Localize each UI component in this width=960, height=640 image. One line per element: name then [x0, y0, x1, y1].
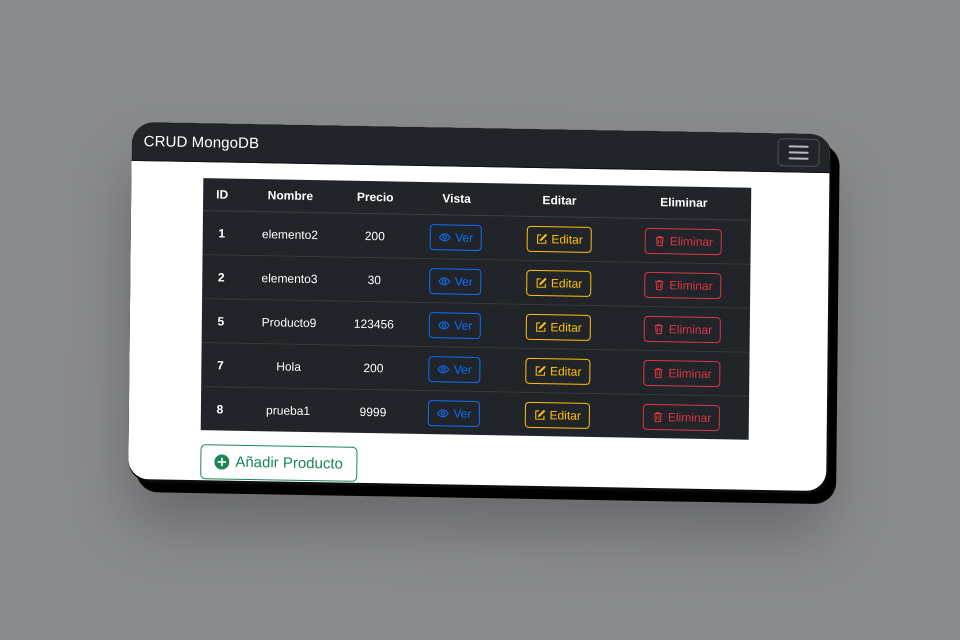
eliminar-button[interactable]: Eliminar: [643, 359, 721, 387]
cell-vista: Ver: [410, 214, 503, 260]
ver-button[interactable]: Ver: [429, 311, 482, 339]
header-eliminar: Eliminar: [616, 185, 752, 221]
editar-label: Editar: [551, 231, 583, 247]
cell-editar: Editar: [500, 303, 616, 350]
cell-id: 1: [202, 210, 241, 256]
eye-icon: [438, 320, 451, 329]
cell-editar: Editar: [501, 215, 617, 262]
eye-icon: [437, 408, 450, 417]
editar-label: Editar: [549, 407, 581, 423]
cell-vista: Ver: [408, 390, 500, 435]
cell-vista: Ver: [409, 302, 502, 348]
app-screen: CRUD MongoDB ID Nombre Precio Vista Edit…: [128, 121, 830, 492]
cell-eliminar: Eliminar: [615, 217, 751, 265]
cell-id: 2: [202, 254, 241, 300]
eliminar-label: Eliminar: [667, 409, 712, 425]
cell-eliminar: Eliminar: [615, 261, 751, 309]
eye-icon: [439, 232, 452, 241]
cell-eliminar: Eliminar: [614, 349, 750, 397]
pencil-square-icon: [535, 365, 546, 376]
device-frame: CRUD MongoDB ID Nombre Precio Vista Edit…: [128, 121, 832, 495]
trash-icon: [654, 367, 663, 378]
cell-nombre: elemento3: [240, 255, 339, 302]
editar-button[interactable]: Editar: [526, 225, 592, 253]
editar-label: Editar: [550, 275, 583, 291]
eliminar-button[interactable]: Eliminar: [644, 227, 723, 255]
ver-label: Ver: [455, 230, 474, 245]
cell-vista: Ver: [408, 346, 501, 392]
cell-nombre: prueba1: [266, 402, 311, 418]
editar-button[interactable]: Editar: [525, 269, 592, 297]
editar-button[interactable]: Editar: [525, 313, 591, 341]
cell-nombre: elemento2: [240, 211, 340, 258]
cell-precio: 123456: [338, 301, 410, 347]
cell-editar: Editar: [501, 259, 616, 306]
cell-eliminar: Eliminar: [615, 305, 751, 353]
cell-id: 5: [201, 298, 241, 344]
cell-precio: 9999: [359, 404, 387, 419]
ver-button[interactable]: Ver: [429, 267, 482, 295]
cell-vista: Ver: [409, 258, 502, 304]
eliminar-label: Eliminar: [668, 321, 713, 337]
ver-label: Ver: [453, 362, 472, 377]
editar-label: Editar: [550, 319, 582, 335]
products-table-wrapper: ID Nombre Precio Vista Editar Eliminar 1…: [200, 178, 752, 440]
cell-id: 8: [216, 401, 224, 417]
table-body: 1 elemento2 200 Ver Editar Eliminar 2 elemento3…: [201, 210, 751, 440]
navbar-toggler-button[interactable]: [777, 138, 820, 167]
hamburger-menu-icon: [788, 145, 809, 148]
trash-icon: [655, 235, 664, 246]
header-vista: Vista: [410, 181, 503, 216]
header-editar: Editar: [502, 183, 617, 218]
cell-precio: 200: [338, 213, 411, 259]
ver-label: Ver: [454, 274, 473, 289]
cell-editar: Editar: [500, 392, 615, 437]
hamburger-menu-icon-line: [788, 157, 809, 160]
trash-icon: [655, 279, 664, 290]
editar-button[interactable]: Editar: [524, 357, 591, 385]
cell-precio: 200: [337, 345, 410, 391]
eliminar-button[interactable]: Eliminar: [644, 271, 722, 299]
eliminar-label: Eliminar: [668, 365, 712, 381]
pencil-square-icon: [535, 321, 546, 332]
eliminar-button[interactable]: Eliminar: [643, 315, 722, 343]
main-content: ID Nombre Precio Vista Editar Eliminar 1…: [128, 161, 829, 490]
header-nombre: Nombre: [240, 178, 340, 214]
cell-nombre: Hola: [239, 343, 339, 390]
pencil-square-icon: [534, 409, 545, 420]
plus-circle-icon: [214, 454, 230, 470]
cell-nombre: Producto9: [239, 299, 339, 346]
products-table: ID Nombre Precio Vista Editar Eliminar 1…: [201, 178, 752, 440]
pencil-square-icon: [536, 277, 547, 288]
eliminar-button[interactable]: Eliminar: [642, 403, 721, 431]
add-product-button[interactable]: Añadir Producto: [200, 444, 358, 482]
pencil-square-icon: [536, 233, 547, 244]
ver-button[interactable]: Ver: [428, 399, 481, 427]
navbar-brand[interactable]: CRUD MongoDB: [144, 133, 260, 152]
editar-button[interactable]: Editar: [524, 401, 591, 429]
eye-icon: [437, 364, 450, 373]
eye-icon: [438, 276, 451, 285]
cell-eliminar: Eliminar: [614, 394, 749, 440]
trash-icon: [654, 323, 664, 334]
eliminar-label: Eliminar: [669, 233, 714, 249]
hamburger-menu-icon-line: [788, 151, 809, 154]
header-id: ID: [203, 178, 242, 212]
header-precio: Precio: [339, 180, 412, 215]
cell-precio: 30: [338, 257, 411, 303]
add-product-label: Añadir Producto: [235, 453, 344, 473]
ver-label: Ver: [453, 406, 472, 421]
cell-editar: Editar: [500, 347, 616, 394]
ver-button[interactable]: Ver: [428, 355, 481, 383]
cell-id: 7: [201, 342, 240, 388]
editar-label: Editar: [549, 363, 582, 379]
ver-label: Ver: [454, 318, 473, 333]
table-row: 8 prueba1 9999 Ver Editar Eliminar: [201, 387, 749, 440]
ver-button[interactable]: Ver: [430, 223, 483, 251]
trash-icon: [653, 411, 663, 422]
eliminar-label: Eliminar: [669, 277, 713, 293]
